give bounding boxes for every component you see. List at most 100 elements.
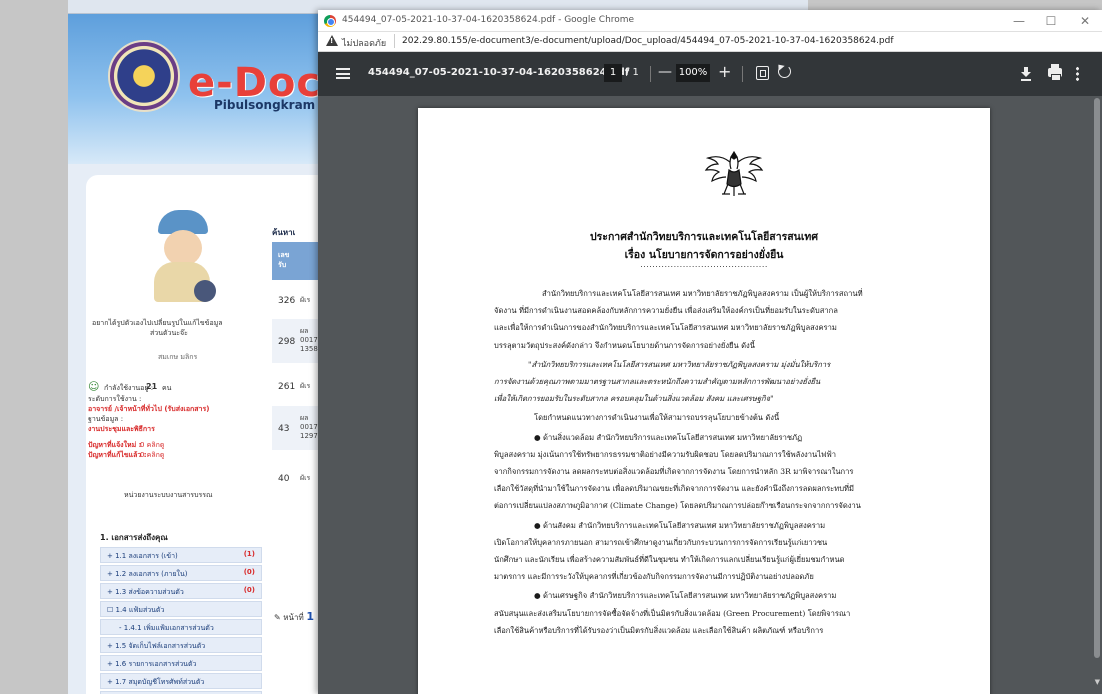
document-line: มาตรการ และมีการระวังให้บุคลากรที่เกี่ยว… — [494, 572, 814, 582]
table-row-text: ผล 0017 1358 — [300, 327, 318, 353]
search-header: ค้นหาเ — [272, 228, 296, 237]
sidebar-menu-item[interactable]: + 1.6 รายการเอกสารส่วนตัว — [100, 655, 262, 671]
warning-icon[interactable] — [326, 35, 338, 46]
window-title: 454494_07-05-2021-10-37-04-1620358624.pd… — [342, 15, 635, 25]
sidebar-menu-item-label: + 1.5 จัดเก็บไฟล์เอกสารส่วนตัว — [107, 642, 206, 650]
close-button[interactable]: ✕ — [1070, 12, 1100, 30]
table-row-number[interactable]: 43 — [278, 424, 289, 434]
document-title: ประกาศสำนักวิทยบริการและเทคโนโลยีสารสนเท… — [590, 231, 818, 243]
table-row-number[interactable]: 298 — [278, 337, 295, 347]
sidebar-menu-item-label: + 1.3 ส่งข้อความส่วนตัว — [107, 588, 184, 596]
db-value: งานประชุมและพิธีการ — [88, 425, 155, 433]
chrome-icon — [324, 15, 336, 27]
table-row-text: ผัเร — [300, 382, 311, 390]
online-count: 21 — [146, 382, 158, 391]
document-line: พิบูลสงคราม มุ่งเน้นการใช้ทรัพยากรธรรมชา… — [494, 449, 837, 459]
document-line: บรรลุตามวัตถุประสงค์ดังกล่าว จึงกำหนดนโย… — [494, 340, 755, 350]
sidebar-menu-item-count: (1) — [243, 550, 255, 558]
pdf-page: ประกาศสำนักวิทยบริการและเทคโนโลยีสารสนเท… — [418, 108, 990, 694]
users-online-icon: ☺ — [88, 380, 100, 393]
table-header-cell: เลข รับ — [272, 242, 320, 280]
user-name: สมเกษ มลิกร — [158, 353, 198, 361]
document-line: จัดงาน ที่มีการดำเนินงานสอดคล้องกับหลักก… — [494, 306, 838, 316]
download-icon[interactable] — [1021, 67, 1031, 79]
problem-done-link[interactable]: 0 คลิกดู — [140, 450, 164, 461]
sidebar-menu-item-label: + 1.2 ลงเอกสาร (ภายใน) — [107, 570, 188, 578]
toolbar-divider — [650, 66, 651, 82]
document-line: จากกิจกรรมการจัดงาน ลดผลกระทบต่อสิ่งแวดล… — [494, 467, 854, 476]
fit-to-page-icon[interactable] — [756, 66, 769, 80]
sidebar-menu-item-count: (0) — [243, 586, 255, 594]
address-bar[interactable]: ไม่ปลอดภัย 202.29.80.155/e-document3/e-d… — [318, 32, 1102, 52]
sidebar-menu-item[interactable]: + 1.1 ลงเอกสาร (เข้า) (1) — [100, 547, 262, 563]
sidebar-menu-item[interactable]: ☐ 1.4 แฟ้มส่วนตัว — [100, 601, 262, 617]
zoom-in-button[interactable]: + — [718, 62, 731, 81]
table-header-label: เลข รับ — [278, 251, 290, 269]
sidebar-menu-item-label: - 1.4.1 เพิ่มแฟ้มเอกสารส่วนตัว — [119, 624, 214, 632]
document-line: เลือกใช้สินค้าหรือบริการที่ได้รับรองว่าเ… — [494, 625, 824, 635]
sidebar-menu-item[interactable]: + 1.7 สมุดบัญชีโทรศัพท์ส่วนตัว — [100, 673, 262, 689]
sidebar-menu-item[interactable]: + 1.3 ส่งข้อความส่วนตัว (0) — [100, 583, 262, 599]
document-line: ● ด้านเศรษฐกิจ สำนักวิทยบริการและเทคโนโล… — [534, 591, 837, 601]
document-line: เพื่อให้เกิดการยอมรับในระดับสากล ครอบคลุ… — [494, 394, 774, 404]
profile-note-2: ส่วนตัวนะจ๊ะ — [150, 329, 188, 337]
toolbar-divider — [742, 66, 743, 82]
table-row-number[interactable]: 40 — [278, 474, 289, 484]
document-line: เปิดโอกาสให้บุคลากรภายนอก สามารถเข้าศึกษ… — [494, 537, 828, 547]
table-row-text: ผล 0017 1297 — [300, 414, 318, 440]
window-titlebar[interactable]: 454494_07-05-2021-10-37-04-1620358624.pd… — [318, 10, 1102, 32]
document-line: และเพื่อให้การดำเนินการของสำนักวิทยบริกา… — [494, 323, 837, 333]
online-unit: คน — [162, 384, 172, 392]
document-line: "สำนักวิทยบริการและเทคโนโลยีสารสนเทศ มหา… — [528, 359, 831, 369]
table-row-text: ผัเร — [300, 474, 311, 482]
sidebar-menu-item-label: + 1.1 ลงเอกสาร (เข้า) — [107, 552, 178, 560]
document-line: ● ด้านสิ่งแวดล้อม สำนักวิทยบริการและเทคโ… — [534, 432, 803, 442]
more-options-icon[interactable] — [1076, 66, 1079, 82]
table-row-number[interactable]: 326 — [278, 296, 295, 306]
url-divider — [394, 34, 395, 48]
document-line: ต่อการเปลี่ยนแปลงสภาพภูมิอากาศ (Climate … — [494, 501, 861, 511]
document-line: การจัดงานด้วยคุณภาพตามมาตรฐานสากลและตระห… — [494, 377, 821, 386]
table-row-number[interactable]: 261 — [278, 382, 295, 392]
sidebar-menu-item[interactable]: + 1.2 ลงเอกสาร (ภายใน) (0) — [100, 565, 262, 581]
pager-value[interactable]: 1 — [306, 610, 314, 623]
pdf-scrollbar-thumb[interactable] — [1094, 98, 1100, 658]
sidebar-menu-item[interactable]: - 1.4.1 เพิ่มแฟ้มเอกสารส่วนตัว — [100, 619, 262, 635]
document-line: เลือกใช้วัสดุที่นำมาใช้ในการจัดงาน เพื่อ… — [494, 484, 855, 494]
pdf-filename: 454494_07-05-2021-10-37-04-1620358624.pd… — [368, 67, 630, 78]
sidebar-menu-item-count: (0) — [243, 568, 255, 576]
menu-section-title[interactable]: 1. เอกสารส่งถึงคุณ — [100, 531, 168, 544]
url-text[interactable]: 202.29.80.155/e-document3/e-document/upl… — [402, 36, 894, 46]
garuda-emblem-icon — [704, 150, 764, 196]
minimize-button[interactable]: — — [1004, 12, 1034, 30]
pdf-toolbar: 454494_07-05-2021-10-37-04-1620358624.pd… — [318, 52, 1102, 96]
sidebar-menu-item-label: ☐ 1.4 แฟ้มส่วนตัว — [107, 606, 165, 614]
menu-icon[interactable] — [336, 68, 350, 79]
zoom-level-input[interactable]: 100% — [676, 64, 710, 82]
download-icon-base — [1021, 79, 1031, 81]
scroll-down-arrow-icon[interactable]: ▼ — [1095, 678, 1100, 686]
not-secure-label[interactable]: ไม่ปลอดภัย — [342, 36, 386, 50]
sidebar-menu-item[interactable]: + 1.5 จัดเก็บไฟล์เอกสารส่วนตัว — [100, 637, 262, 653]
pager[interactable]: ✎ หน้าที่ 1 — [274, 610, 314, 624]
user-avatar[interactable] — [150, 210, 220, 302]
page-total: / 1 — [626, 67, 639, 78]
pager-icon: ✎ — [274, 613, 284, 622]
pdf-viewport[interactable]: ประกาศสำนักวิทยบริการและเทคโนโลยีสารสนเท… — [318, 96, 1102, 694]
document-line: สนับสนุนและส่งเสริมนโยบายการจัดซื้อจัดจ้… — [494, 608, 851, 618]
document-line: นักศึกษา และนักเรียน เพื่อสร้างความสัมพั… — [494, 555, 845, 564]
unit-label: หน่วยงานระบบงานสารบรรณ — [124, 491, 213, 499]
document-line: ● ด้านสังคม สำนักวิทยบริการและเทคโนโลยีส… — [534, 520, 826, 530]
page-number-input[interactable]: 1 — [604, 64, 622, 82]
pager-label: หน้าที่ — [283, 613, 304, 622]
sidebar-menu-item-label: + 1.6 รายการเอกสารส่วนตัว — [107, 660, 197, 668]
sidebar-menu-item-label: + 1.7 สมุดบัญชีโทรศัพท์ส่วนตัว — [107, 678, 205, 686]
table-row-text: ผัเร — [300, 296, 311, 304]
document-line: โดยกำหนดแนวทางการดำเนินงานเพื่อให้สามารถ… — [534, 413, 780, 423]
zoom-out-button[interactable]: — — [658, 64, 672, 80]
chrome-popup-window: 454494_07-05-2021-10-37-04-1620358624.pd… — [318, 10, 1102, 694]
rotate-icon[interactable] — [778, 65, 791, 78]
print-icon[interactable] — [1048, 64, 1062, 81]
maximize-button[interactable]: ☐ — [1036, 12, 1066, 30]
university-logo — [108, 40, 180, 112]
